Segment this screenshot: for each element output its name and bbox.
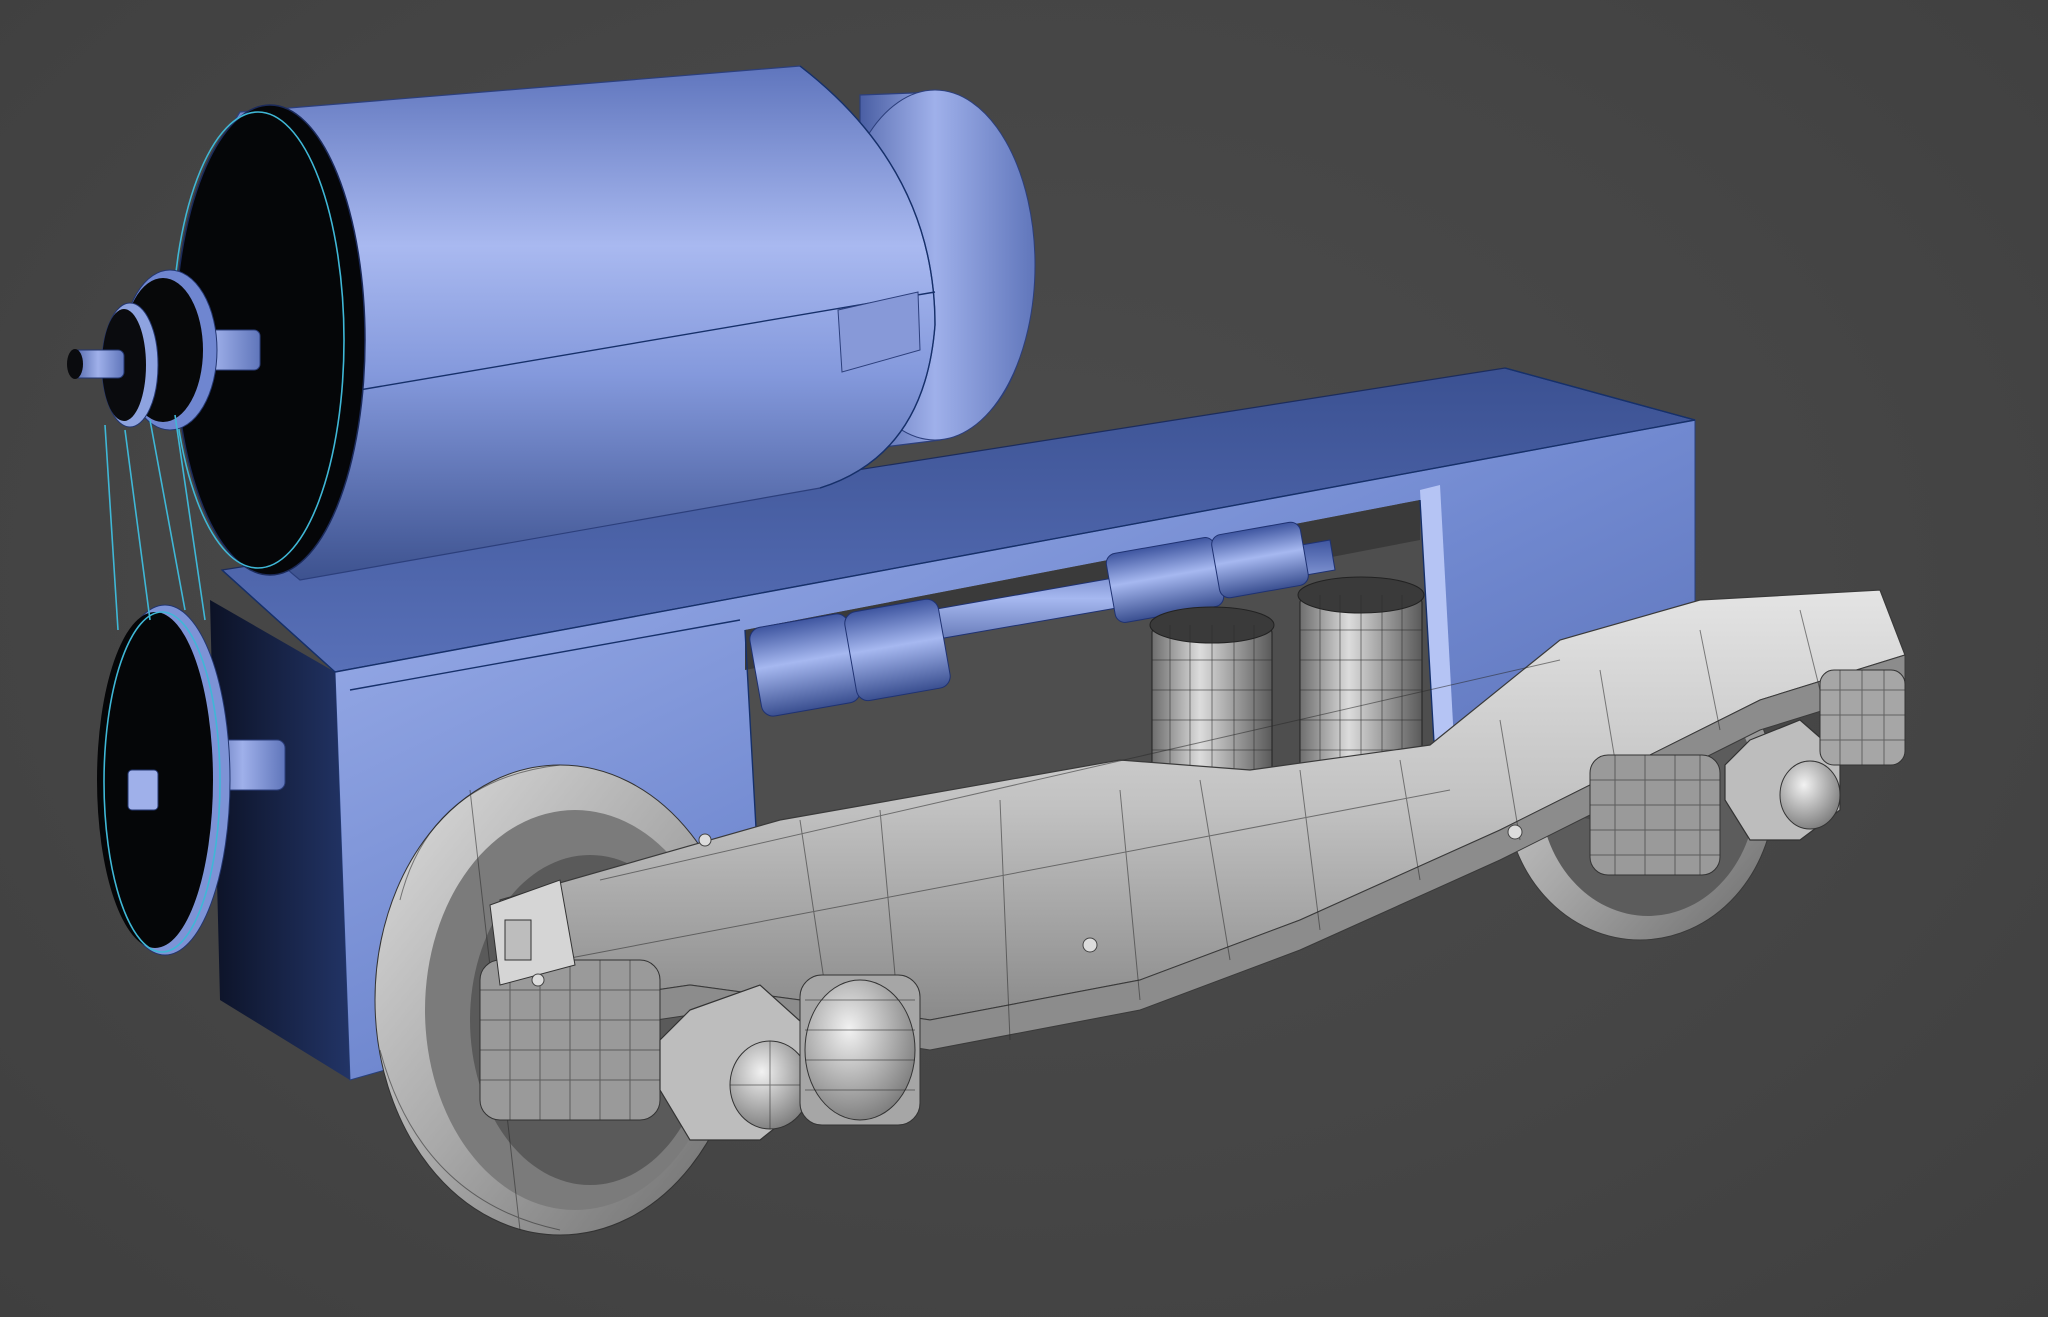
- scene-render[interactable]: [0, 0, 2048, 1317]
- 3d-viewport[interactable]: [0, 0, 2048, 1317]
